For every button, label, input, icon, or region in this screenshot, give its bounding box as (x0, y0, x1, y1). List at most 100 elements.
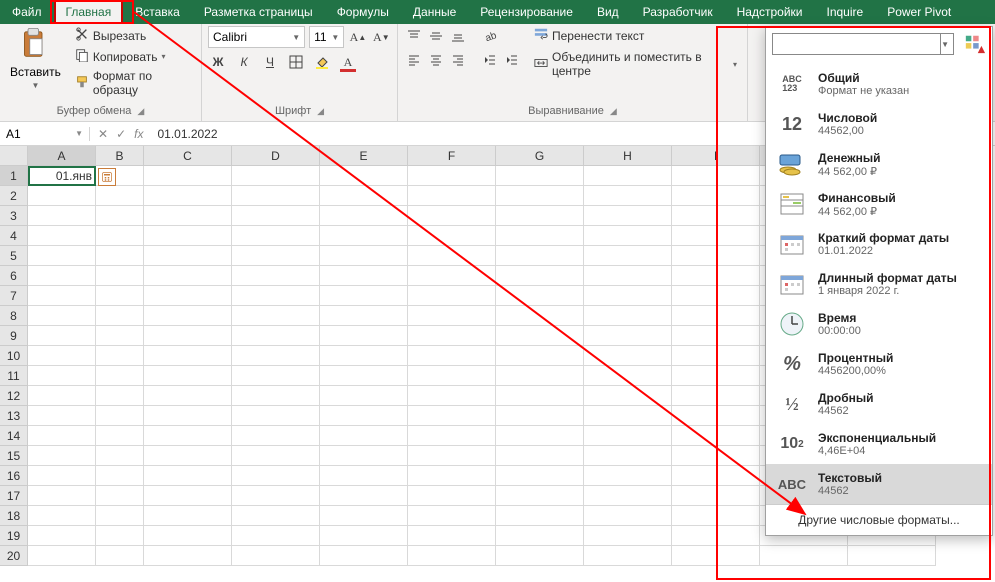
tab-review[interactable]: Рецензирование (468, 0, 585, 24)
cell[interactable] (320, 306, 408, 326)
cell[interactable] (672, 246, 760, 266)
cell[interactable] (408, 366, 496, 386)
increase-indent-button[interactable] (502, 50, 522, 70)
tab-formulas[interactable]: Формулы (325, 0, 401, 24)
cell[interactable] (320, 366, 408, 386)
merge-center-button[interactable]: Объединить и поместить в центре ▾ (530, 49, 741, 79)
cell[interactable] (848, 546, 936, 566)
cell[interactable] (584, 186, 672, 206)
cell[interactable] (144, 466, 232, 486)
cell[interactable] (672, 286, 760, 306)
cell[interactable] (760, 546, 848, 566)
cell[interactable] (144, 446, 232, 466)
cell[interactable] (584, 386, 672, 406)
cell[interactable] (672, 366, 760, 386)
number-format-scientific[interactable]: 102Экспоненциальный4,46E+04 (766, 424, 992, 464)
number-format-text[interactable]: ABCТекстовый44562 (766, 464, 992, 504)
cell[interactable] (584, 446, 672, 466)
cell[interactable] (320, 326, 408, 346)
cell[interactable] (96, 226, 144, 246)
cell[interactable] (28, 346, 96, 366)
cell[interactable] (96, 366, 144, 386)
cell[interactable] (232, 166, 320, 186)
tab-home[interactable]: Главная (54, 0, 124, 24)
cell[interactable] (232, 346, 320, 366)
cell[interactable] (672, 426, 760, 446)
cell[interactable] (320, 466, 408, 486)
column-header-E[interactable]: E (320, 146, 408, 166)
bold-button[interactable]: Ж (208, 52, 228, 72)
cell[interactable] (408, 206, 496, 226)
cell[interactable] (320, 546, 408, 566)
font-size-input[interactable] (314, 30, 329, 44)
cell[interactable] (28, 206, 96, 226)
font-size-combo[interactable]: ▼ (309, 26, 344, 48)
tab-developer[interactable]: Разработчик (631, 0, 725, 24)
number-format-currency[interactable]: Денежный44 562,00 ₽ (766, 144, 992, 184)
cell[interactable] (496, 426, 584, 446)
cell[interactable] (672, 526, 760, 546)
number-format-fraction[interactable]: ½Дробный44562 (766, 384, 992, 424)
cell[interactable] (232, 466, 320, 486)
align-top-button[interactable] (404, 26, 424, 46)
cell[interactable] (496, 226, 584, 246)
cell[interactable] (144, 546, 232, 566)
cell[interactable] (232, 526, 320, 546)
cell[interactable] (144, 226, 232, 246)
cell[interactable] (584, 406, 672, 426)
cell[interactable] (496, 206, 584, 226)
cell[interactable] (408, 286, 496, 306)
number-format-number[interactable]: 12Числовой44562,00 (766, 104, 992, 144)
cell[interactable] (320, 186, 408, 206)
cell[interactable] (584, 506, 672, 526)
cell[interactable] (96, 506, 144, 526)
cell[interactable] (496, 346, 584, 366)
row-header[interactable]: 18 (0, 506, 28, 526)
cell[interactable] (584, 526, 672, 546)
align-right-button[interactable] (448, 50, 468, 70)
cell[interactable] (320, 266, 408, 286)
cell[interactable] (28, 506, 96, 526)
cell[interactable] (144, 486, 232, 506)
cell[interactable] (232, 326, 320, 346)
row-header[interactable]: 1 (0, 166, 28, 186)
cell[interactable] (28, 366, 96, 386)
cell[interactable] (96, 486, 144, 506)
cell[interactable] (408, 486, 496, 506)
paste-button[interactable]: Вставить ▼ (6, 26, 65, 98)
cell[interactable] (144, 186, 232, 206)
cell[interactable] (672, 446, 760, 466)
cell[interactable] (144, 526, 232, 546)
column-header-G[interactable]: G (496, 146, 584, 166)
column-header-H[interactable]: H (584, 146, 672, 166)
cell[interactable] (144, 166, 232, 186)
cell[interactable] (408, 346, 496, 366)
enter-icon[interactable]: ✓ (116, 127, 126, 141)
tab-layout[interactable]: Разметка страницы (192, 0, 325, 24)
cell[interactable] (408, 386, 496, 406)
cell[interactable] (672, 346, 760, 366)
font-color-button[interactable]: A (338, 52, 358, 72)
cell[interactable] (496, 366, 584, 386)
cell[interactable] (144, 346, 232, 366)
wrap-text-button[interactable]: Перенести текст (530, 26, 741, 45)
cell[interactable] (144, 206, 232, 226)
row-header[interactable]: 14 (0, 426, 28, 446)
cell[interactable] (320, 446, 408, 466)
cell[interactable] (584, 306, 672, 326)
cell[interactable] (584, 266, 672, 286)
cell[interactable] (320, 206, 408, 226)
tab-powerpivot[interactable]: Power Pivot (875, 0, 963, 24)
cell[interactable] (232, 426, 320, 446)
align-bottom-button[interactable] (448, 26, 468, 46)
cell[interactable] (408, 166, 496, 186)
select-all-corner[interactable] (0, 146, 28, 166)
cell[interactable] (144, 326, 232, 346)
tab-inquire[interactable]: Inquire (814, 0, 875, 24)
row-header[interactable]: 20 (0, 546, 28, 566)
column-header-F[interactable]: F (408, 146, 496, 166)
dialog-launcher-icon[interactable]: ◢ (137, 106, 144, 117)
cell[interactable] (672, 546, 760, 566)
name-box[interactable]: A1 ▼ (0, 127, 90, 141)
row-header[interactable]: 6 (0, 266, 28, 286)
